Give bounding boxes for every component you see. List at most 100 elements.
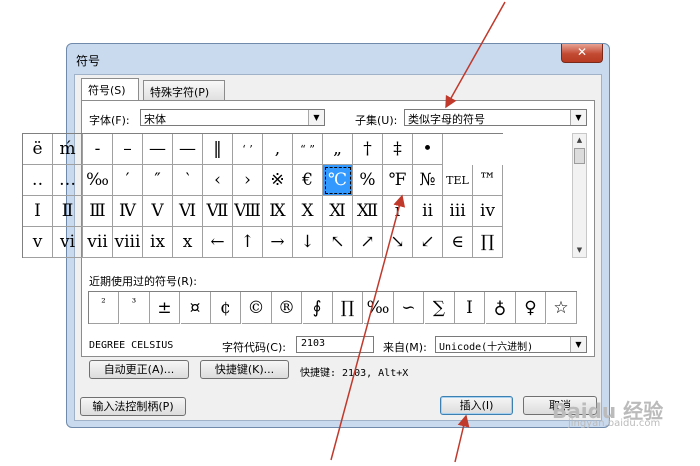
symbol-cell[interactable]: • bbox=[413, 134, 443, 165]
shortcut-key-button[interactable]: 快捷键(K)... bbox=[200, 360, 289, 379]
symbol-cell[interactable]: % bbox=[353, 165, 383, 196]
symbol-cell[interactable]: ′ bbox=[113, 165, 143, 196]
symbol-cell[interactable]: Ⅻ bbox=[353, 196, 383, 227]
symbol-cell[interactable]: ë bbox=[23, 134, 53, 165]
chevron-down-icon[interactable]: ▼ bbox=[308, 110, 324, 125]
symbol-cell[interactable]: , bbox=[263, 134, 293, 165]
symbol-cell[interactable]: - bbox=[83, 134, 113, 165]
recent-symbol-cell[interactable]: ¤ bbox=[180, 292, 211, 324]
tab-symbols[interactable]: 符号(S) bbox=[81, 78, 139, 100]
symbol-cell[interactable]: Ⅷ bbox=[233, 196, 263, 227]
symbol-cell[interactable]: ⅹ bbox=[173, 227, 203, 258]
symbol-cell[interactable]: ‘ ’ bbox=[233, 134, 263, 165]
recent-symbol-cell[interactable]: ¢ bbox=[211, 292, 241, 324]
recent-symbol-cell[interactable]: ® bbox=[272, 292, 302, 324]
symbol-cell[interactable]: ™ bbox=[473, 165, 503, 196]
symbol-cell[interactable]: Ⅴ bbox=[143, 196, 173, 227]
scroll-up-icon[interactable]: ▲ bbox=[573, 134, 586, 147]
symbol-cell[interactable]: › bbox=[233, 165, 263, 196]
symbol-grid-scrollbar[interactable]: ▲ ▼ bbox=[572, 133, 587, 258]
symbol-cell[interactable]: – bbox=[113, 134, 143, 165]
insert-button[interactable]: 插入(I) bbox=[440, 396, 513, 415]
symbol-cell[interactable]: „ bbox=[323, 134, 353, 165]
symbol-cell[interactable]: ↓ bbox=[293, 227, 323, 258]
symbol-cell[interactable]: € bbox=[293, 165, 323, 196]
symbol-cell[interactable]: ⅶ bbox=[83, 227, 113, 258]
symbol-cell-selected[interactable]: ℃ bbox=[323, 165, 353, 196]
symbol-cell[interactable]: № bbox=[413, 165, 443, 196]
from-label: 来自(M): bbox=[383, 341, 427, 354]
from-select[interactable]: Unicode(十六进制) ▼ bbox=[435, 336, 587, 353]
symbol-cell[interactable]: ℉ bbox=[383, 165, 413, 196]
autocorrect-button[interactable]: 自动更正(A)... bbox=[89, 360, 189, 379]
symbol-cell[interactable]: ⅵ bbox=[53, 227, 83, 258]
symbol-cell[interactable]: ⅷ bbox=[113, 227, 143, 258]
symbol-cell[interactable]: ⅱ bbox=[413, 196, 443, 227]
recent-symbol-cell[interactable]: ∏ bbox=[333, 292, 363, 324]
recent-symbol-cell[interactable]: ‰ bbox=[363, 292, 394, 324]
recent-symbol-cell[interactable]: ³ bbox=[119, 292, 150, 324]
symbol-cell[interactable]: Ⅹ bbox=[293, 196, 323, 227]
symbol-cell[interactable]: ⅲ bbox=[443, 196, 473, 227]
symbol-cell[interactable]: ∈ bbox=[443, 227, 473, 258]
symbol-cell[interactable]: ← bbox=[203, 227, 233, 258]
symbol-cell[interactable]: Ⅺ bbox=[323, 196, 353, 227]
close-button[interactable]: ✕ bbox=[561, 44, 603, 63]
recent-symbol-cell[interactable]: ± bbox=[150, 292, 180, 324]
recent-symbol-cell[interactable]: ² bbox=[89, 292, 119, 324]
symbol-cell[interactable]: ↑ bbox=[233, 227, 263, 258]
symbol-cell[interactable]: Ⅳ bbox=[113, 196, 143, 227]
recent-symbol-cell[interactable]: ♀ bbox=[516, 292, 546, 324]
recent-symbol-cell[interactable]: ∑ bbox=[424, 292, 455, 324]
symbol-cell[interactable]: ‹ bbox=[203, 165, 233, 196]
symbol-cell[interactable]: ⅸ bbox=[143, 227, 173, 258]
tab-special-chars[interactable]: 特殊字符(P) bbox=[143, 80, 225, 100]
ime-control-button[interactable]: 输入法控制柄(P) bbox=[80, 397, 186, 416]
symbol-cell[interactable]: ‥ bbox=[23, 165, 53, 196]
chevron-down-icon[interactable]: ▼ bbox=[570, 110, 586, 125]
symbol-cell[interactable]: ↗ bbox=[353, 227, 383, 258]
symbol-cell[interactable]: ⅰ bbox=[383, 196, 413, 227]
symbol-cell[interactable]: Ⅰ bbox=[23, 196, 53, 227]
symbol-cell[interactable]: ″ bbox=[143, 165, 173, 196]
symbol-cell[interactable]: ∏ bbox=[473, 227, 503, 258]
symbol-cell[interactable]: — bbox=[173, 134, 203, 165]
chevron-down-icon[interactable]: ▼ bbox=[570, 337, 586, 352]
symbol-cell[interactable]: ※ bbox=[263, 165, 293, 196]
recent-symbol-cell[interactable]: ♁ bbox=[485, 292, 516, 324]
dialog-title: 符号 bbox=[76, 54, 101, 68]
symbol-cell[interactable]: ↘ bbox=[383, 227, 413, 258]
symbol-cell[interactable]: ⅴ bbox=[23, 227, 53, 258]
title-bar[interactable]: 符号 ✕ bbox=[67, 44, 609, 72]
symbol-cell[interactable]: ↖ bbox=[323, 227, 353, 258]
symbol-cell[interactable]: ↙ bbox=[413, 227, 443, 258]
symbol-cell[interactable]: “ ” bbox=[293, 134, 323, 165]
shortcut-info: 快捷键: 2103, Alt+X bbox=[300, 368, 409, 379]
symbol-cell[interactable]: — bbox=[143, 134, 173, 165]
symbol-cell[interactable]: † bbox=[353, 134, 383, 165]
scroll-down-icon[interactable]: ▼ bbox=[573, 244, 586, 257]
subset-select[interactable]: 类似字母的符号 ▼ bbox=[404, 109, 587, 126]
symbol-cell[interactable]: ḿ bbox=[53, 134, 83, 165]
recent-symbol-cell[interactable]: ∽ bbox=[394, 292, 424, 324]
symbol-cell[interactable]: Ⅵ bbox=[173, 196, 203, 227]
recent-symbol-cell[interactable]: ☆ bbox=[546, 292, 577, 324]
recent-symbol-cell[interactable]: Ⅰ bbox=[455, 292, 485, 324]
symbol-cell[interactable]: ⅳ bbox=[473, 196, 503, 227]
symbol-cell[interactable]: ‰ bbox=[83, 165, 113, 196]
font-select[interactable]: 宋体 ▼ bbox=[140, 109, 325, 126]
recent-symbol-cell[interactable]: © bbox=[241, 292, 272, 324]
symbol-cell[interactable]: Ⅲ bbox=[83, 196, 113, 227]
symbol-cell[interactable]: TEL bbox=[443, 165, 473, 196]
recent-symbol-cell[interactable]: ∮ bbox=[302, 292, 333, 324]
symbol-cell[interactable]: Ⅸ bbox=[263, 196, 293, 227]
symbol-cell[interactable]: ‖ bbox=[203, 134, 233, 165]
symbol-cell[interactable]: → bbox=[263, 227, 293, 258]
scroll-thumb[interactable] bbox=[574, 148, 585, 164]
symbol-cell[interactable]: Ⅶ bbox=[203, 196, 233, 227]
symbol-cell[interactable]: ‵ bbox=[173, 165, 203, 196]
char-code-input[interactable]: 2103 bbox=[296, 336, 374, 353]
symbol-cell[interactable]: ‡ bbox=[383, 134, 413, 165]
symbol-cell[interactable]: … bbox=[53, 165, 83, 196]
symbol-cell[interactable]: Ⅱ bbox=[53, 196, 83, 227]
